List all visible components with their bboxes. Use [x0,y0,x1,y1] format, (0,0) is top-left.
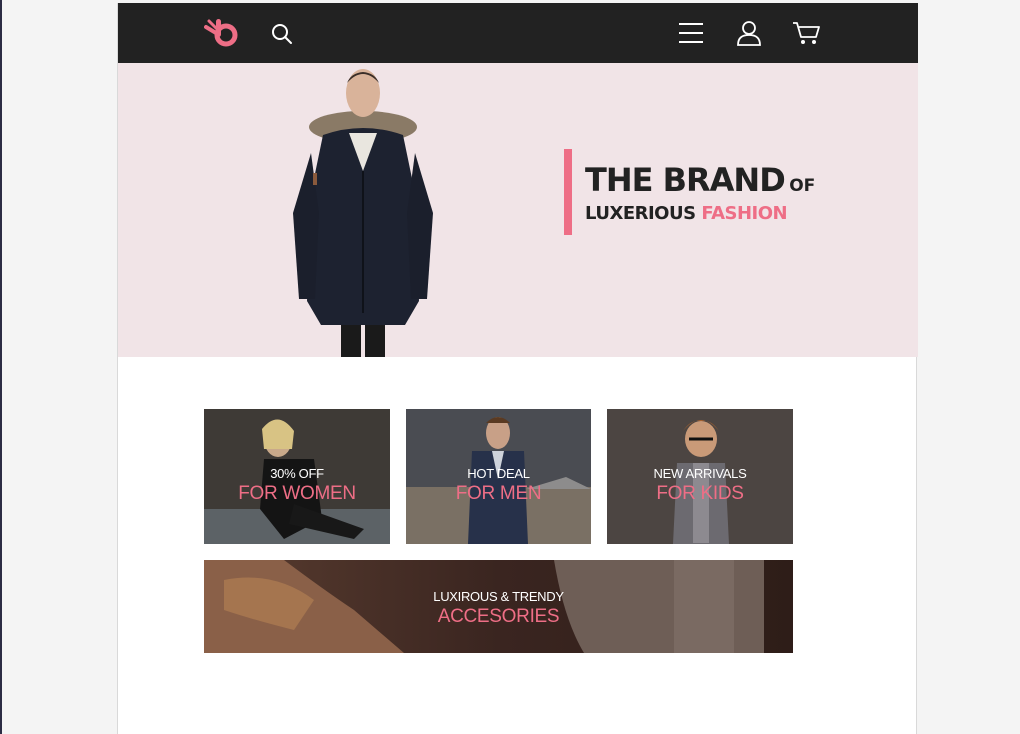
hero-subline: LUXERIOUS FASHION [585,203,788,224]
search-icon[interactable] [270,22,294,46]
top-navigation-bar [118,3,918,63]
category-tile-kids[interactable]: NEW ARRIVALS FOR KIDS [607,409,793,544]
hero-banner: THE BRAND OF LUXERIOUS FASHION [118,63,918,357]
category-tile-women[interactable]: 30% OFF FOR WOMEN [204,409,390,544]
category-tile-men[interactable]: HOT DEAL FOR MEN [406,409,591,544]
hero-accent-bar [564,149,572,235]
hero-subline-accent: FASHION [701,203,788,224]
accessories-banner[interactable]: LUXIROUS & TRENDY ACCESORIES [204,560,793,653]
men-tile-offer: HOT DEAL [467,466,530,481]
accessories-banner-title: ACCESORIES [437,606,560,627]
kids-tile-title: FOR KIDS [656,483,744,504]
kids-tile-offer: NEW ARRIVALS [653,466,747,481]
accessories-banner-tagline: LUXIROUS & TRENDY [433,589,564,604]
hero-subline-dark: LUXERIOUS [585,203,696,224]
brand-logo-icon[interactable] [204,17,240,49]
hero-model-image [293,69,433,357]
cart-icon[interactable] [792,20,820,46]
store-page: THE BRAND OF LUXERIOUS FASHION 30% OFF F… [117,3,918,734]
menu-icon[interactable] [678,21,704,45]
hero-headline-main: THE BRAND [585,161,786,199]
hero-headline: THE BRAND OF [585,161,815,199]
men-tile-title: FOR MEN [455,483,542,504]
women-tile-title: FOR WOMEN [238,483,356,504]
window-edge [0,0,2,734]
user-icon[interactable] [736,20,762,46]
hero-headline-suffix: OF [789,176,816,196]
women-tile-offer: 30% OFF [270,466,324,481]
